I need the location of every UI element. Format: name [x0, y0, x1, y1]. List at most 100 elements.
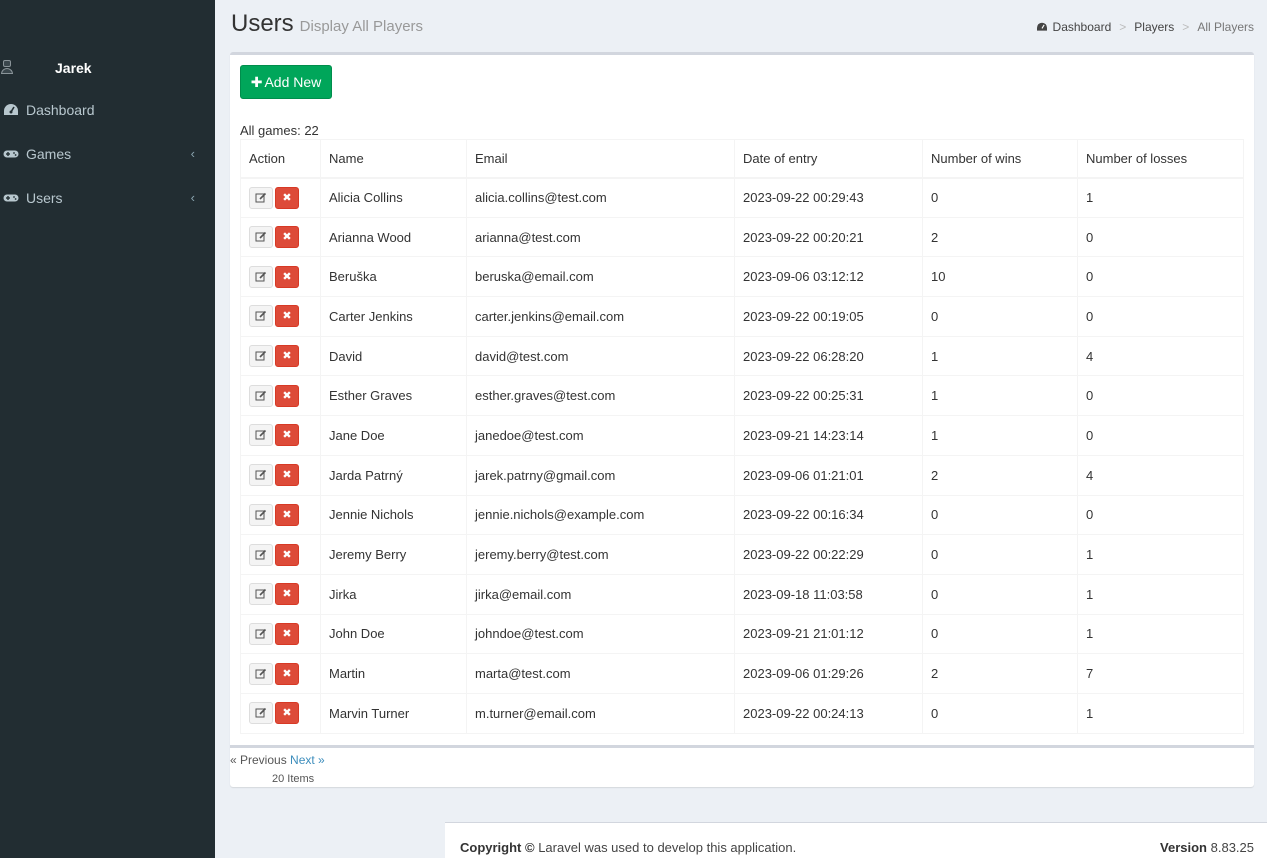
cell-losses: 0	[1077, 415, 1244, 456]
edit-button[interactable]	[249, 384, 273, 407]
edit-button[interactable]	[249, 662, 273, 685]
add-new-button[interactable]: ✚ Add New	[240, 65, 332, 99]
delete-button[interactable]: ✖	[275, 226, 299, 249]
sidebar: Jarek Dashboard Games ‹ Users ‹	[0, 0, 215, 858]
delete-button[interactable]: ✖	[275, 186, 299, 209]
cell-name: Marvin Turner	[320, 692, 467, 734]
delete-button[interactable]: ✖	[275, 305, 299, 328]
edit-icon	[255, 589, 267, 599]
cell-wins: 2	[922, 216, 1078, 258]
avatar	[0, 60, 16, 76]
cell-losses: 0	[1077, 375, 1244, 417]
cell-email: marta@test.com	[466, 653, 735, 694]
edit-button[interactable]	[249, 622, 273, 645]
user-panel: Jarek	[0, 58, 215, 78]
cell-date: 2023-09-18 11:03:58	[734, 573, 923, 615]
cell-email: janedoe@test.com	[466, 415, 735, 456]
table-row: ✖ Jeremy Berry jeremy.berry@test.com 2023-0…	[240, 534, 1244, 575]
cell-losses: 1	[1077, 177, 1244, 218]
edit-button[interactable]	[249, 305, 273, 328]
sidebar-item-dashboard[interactable]: Dashboard	[0, 88, 215, 132]
cell-email: david@test.com	[466, 335, 735, 377]
next-page-link[interactable]: Next »	[290, 753, 325, 767]
cell-losses: 1	[1077, 692, 1244, 734]
breadcrumb-separator: >	[1182, 20, 1190, 34]
delete-button[interactable]: ✖	[275, 543, 299, 566]
edit-icon	[255, 509, 267, 520]
delete-button[interactable]: ✖	[275, 622, 299, 645]
cell-name: Arianna Wood	[320, 216, 467, 258]
gamepad-icon	[3, 194, 19, 202]
content-header: Users Display All Players Dashboard > Pla…	[230, 0, 1254, 52]
pagination: « Previous Next »	[230, 753, 325, 767]
close-icon: ✖	[282, 548, 292, 561]
cell-actions: ✖	[240, 692, 321, 734]
plus-icon: ✚	[250, 74, 263, 90]
cell-date: 2023-09-22 00:20:21	[734, 216, 923, 258]
version-info: Version 8.83.25	[1160, 840, 1254, 855]
cell-losses: 4	[1077, 335, 1244, 377]
delete-button[interactable]: ✖	[275, 345, 299, 368]
delete-button[interactable]: ✖	[275, 384, 299, 407]
table-row: ✖ David david@test.com 2023-09-22 06:28:20 1…	[240, 335, 1244, 377]
edit-button[interactable]	[249, 464, 273, 487]
edit-button[interactable]	[249, 583, 273, 606]
edit-icon	[255, 628, 267, 639]
table-row: ✖ Arianna Wood arianna@test.com 2023-09-22 …	[240, 216, 1244, 258]
close-icon: ✖	[282, 429, 292, 442]
edit-button[interactable]	[249, 345, 273, 368]
cell-actions: ✖	[240, 534, 321, 575]
edit-icon	[255, 708, 267, 718]
column-header-date: Date of entry	[734, 139, 923, 179]
cell-name: Jirka	[320, 573, 467, 615]
close-icon: ✖	[282, 707, 292, 720]
dashboard-icon	[1036, 22, 1047, 31]
edit-icon	[255, 231, 267, 242]
cell-email: jennie.nichols@example.com	[466, 494, 735, 536]
cell-wins: 0	[922, 613, 1078, 655]
cell-actions: ✖	[240, 296, 321, 337]
sidebar-item-games[interactable]: Games ‹	[0, 132, 215, 176]
column-header-action: Action	[240, 139, 321, 179]
cell-losses: 1	[1077, 534, 1244, 575]
edit-button[interactable]	[249, 424, 273, 447]
breadcrumb-players[interactable]: Players	[1134, 20, 1174, 34]
breadcrumb-home[interactable]: Dashboard	[1053, 20, 1112, 34]
table-row: ✖ Esther Graves esther.graves@test.com 2023…	[240, 375, 1244, 417]
box-footer: « Previous Next » 20 Items	[230, 745, 1254, 787]
edit-button[interactable]	[249, 226, 273, 249]
close-icon: ✖	[282, 191, 292, 204]
cell-name: Jane Doe	[320, 415, 467, 456]
delete-button[interactable]: ✖	[275, 503, 299, 526]
delete-button[interactable]: ✖	[275, 424, 299, 447]
cell-wins: 0	[922, 494, 1078, 536]
cell-date: 2023-09-22 00:25:31	[734, 375, 923, 417]
sidebar-item-users[interactable]: Users ‹	[0, 176, 215, 220]
cell-name: David	[320, 335, 467, 377]
edit-button[interactable]	[249, 543, 273, 566]
cell-actions: ✖	[240, 494, 321, 536]
cell-wins: 0	[922, 692, 1078, 734]
cell-wins: 1	[922, 375, 1078, 417]
delete-button[interactable]: ✖	[275, 702, 299, 725]
edit-button[interactable]	[249, 265, 273, 288]
delete-button[interactable]: ✖	[275, 265, 299, 288]
previous-page-link[interactable]: « Previous	[230, 753, 287, 767]
cell-wins: 1	[922, 415, 1078, 456]
cell-losses: 1	[1077, 613, 1244, 655]
delete-button[interactable]: ✖	[275, 583, 299, 606]
table-row: ✖ Beruška beruska@email.com 2023-09-06 03:1…	[240, 256, 1244, 298]
edit-button[interactable]	[249, 503, 273, 526]
edit-button[interactable]	[249, 702, 273, 725]
cell-name: Jeremy Berry	[320, 534, 467, 575]
close-icon: ✖	[282, 627, 292, 640]
table-header-row: Action Name Email Date of entry Number o…	[240, 139, 1244, 179]
cell-actions: ✖	[240, 216, 321, 258]
delete-button[interactable]: ✖	[275, 662, 299, 685]
delete-button[interactable]: ✖	[275, 464, 299, 487]
cell-date: 2023-09-21 14:23:14	[734, 415, 923, 456]
edit-button[interactable]	[249, 186, 273, 209]
chevron-left-icon: ‹	[190, 190, 195, 205]
edit-icon	[255, 192, 267, 203]
page-subtitle: Display All Players	[299, 18, 424, 35]
